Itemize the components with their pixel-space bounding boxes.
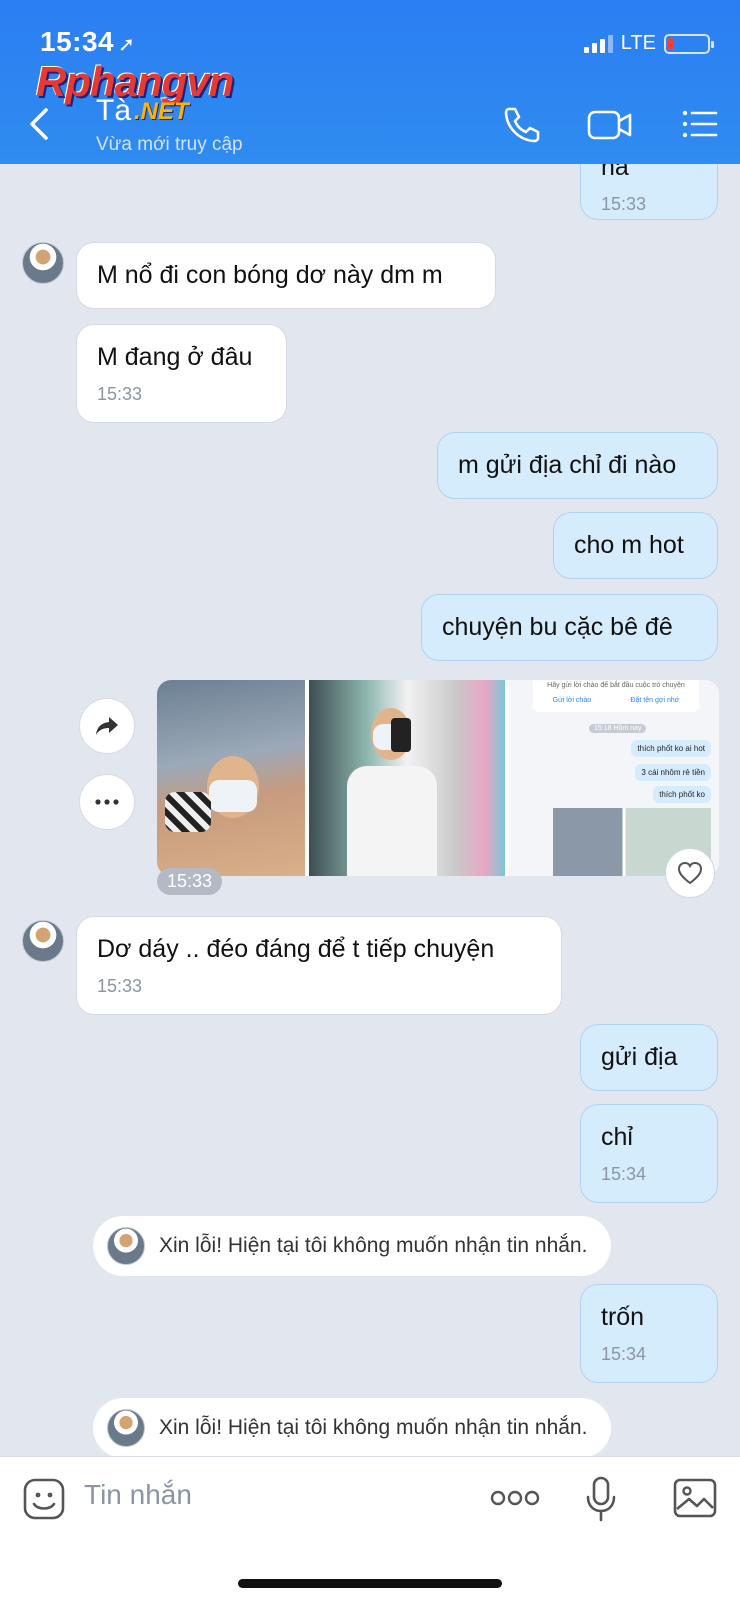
back-icon[interactable]: [24, 106, 54, 142]
outgoing-message[interactable]: cho m hot: [553, 512, 718, 579]
outgoing-message[interactable]: chuyện bu cặc bê đê: [421, 594, 718, 661]
album-photo-screenshot[interactable]: Hãy gửi lời chào để bắt đầu cuộc trò chu…: [509, 680, 719, 876]
network-label: LTE: [620, 32, 656, 54]
contact-status: Vừa mới truy cập: [96, 134, 243, 155]
message-text: trốn: [601, 1303, 645, 1331]
message-input[interactable]: Tin nhắn: [84, 1479, 192, 1511]
sticker-icon[interactable]: [22, 1477, 66, 1521]
signal-icon: [583, 34, 613, 53]
battery-icon: [664, 33, 714, 54]
more-icon[interactable]: [490, 1489, 540, 1507]
message-time: 15:33: [97, 975, 143, 996]
image-icon[interactable]: [672, 1477, 718, 1519]
screenshot-message: thích phốt ko: [653, 786, 711, 803]
message-text: M nổ đi con bóng dơ này dm m: [97, 261, 443, 289]
outgoing-message[interactable]: ha 15:33: [580, 164, 718, 220]
status-time-text: 15:34: [40, 26, 115, 57]
screenshot-message: thích phốt ko ai hot: [631, 740, 711, 757]
message-list[interactable]: ha 15:33 M nổ đi con bóng dơ này dm m M …: [0, 164, 740, 1456]
album-photo[interactable]: [309, 680, 505, 876]
heart-icon: [677, 861, 703, 885]
menu-list-icon[interactable]: [680, 104, 720, 144]
screenshot-message: 3 cái nhôm rẻ tiền: [635, 764, 711, 781]
message-time: 15:34: [601, 1163, 647, 1184]
outgoing-message[interactable]: gửi địa: [580, 1024, 718, 1091]
incoming-message[interactable]: M đang ở đâu 15:33: [76, 324, 287, 424]
incoming-message[interactable]: Dơ dáy .. đéo đáng để t tiếp chuyện 15:3…: [76, 916, 562, 1016]
microphone-icon[interactable]: [584, 1475, 618, 1523]
location-arrow-icon: ➚: [118, 34, 136, 56]
video-call-icon[interactable]: [586, 104, 634, 144]
message-text: chỉ: [601, 1123, 633, 1151]
message-text: cho m hot: [574, 531, 684, 559]
outgoing-message[interactable]: trốn 15:34: [580, 1284, 718, 1384]
message-text: gửi địa: [601, 1043, 678, 1071]
message-text: Dơ dáy .. đéo đáng để t tiếp chuyện: [97, 935, 495, 963]
photo-album[interactable]: Hãy gửi lời chào để bắt đầu cuộc trò chu…: [157, 680, 719, 876]
contact-avatar-small: [107, 1227, 145, 1265]
message-text: M đang ở đâu: [97, 343, 253, 371]
album-time: 15:33: [157, 868, 223, 895]
message-time: 15:33: [601, 193, 647, 214]
system-notice-text: Xin lỗi! Hiện tại tôi không muốn nhận ti…: [159, 1416, 588, 1439]
system-notice: Xin lỗi! Hiện tại tôi không muốn nhận ti…: [93, 1216, 612, 1276]
message-text: m gửi địa chỉ đi nào: [458, 451, 677, 479]
system-notice: Xin lỗi! Hiện tại tôi không muốn nhận ti…: [93, 1398, 612, 1456]
home-indicator: [238, 1579, 502, 1588]
screenshot-greeting: Hãy gửi lời chào để bắt đầu cuộc trò chu…: [547, 682, 685, 689]
phone-icon[interactable]: [500, 104, 544, 144]
chat-header: 15:34 ➚ LTE Rphangvn .NET Tà Vừa mới truy…: [0, 0, 740, 164]
screenshot-day-label: 15:18 Hôm nay: [589, 724, 647, 733]
message-composer: Tin nhắn: [0, 1456, 740, 1600]
more-dots-icon: [95, 799, 119, 805]
album-photo[interactable]: [157, 680, 305, 876]
like-button[interactable]: [665, 848, 715, 898]
watermark-suffix: .NET: [134, 98, 189, 125]
status-time: 15:34 ➚: [40, 26, 135, 58]
incoming-message[interactable]: M nổ đi con bóng dơ này dm m: [76, 242, 496, 309]
message-time: 15:33: [97, 383, 143, 404]
outgoing-message[interactable]: m gửi địa chỉ đi nào: [437, 432, 718, 499]
forward-button[interactable]: [79, 698, 135, 754]
outgoing-message[interactable]: chỉ 15:34: [580, 1104, 718, 1204]
system-notice-text: Xin lỗi! Hiện tại tôi không muốn nhận ti…: [159, 1234, 588, 1257]
contact-avatar[interactable]: [22, 242, 64, 284]
contact-avatar-small: [107, 1409, 145, 1447]
message-text: chuyện bu cặc bê đê: [442, 613, 673, 641]
message-text: ha: [601, 164, 629, 181]
screenshot-nickname-button: Đặt tên gợi nhớ: [630, 697, 680, 704]
more-options-button[interactable]: [79, 774, 135, 830]
status-indicators: LTE: [583, 32, 714, 55]
contact-avatar[interactable]: [22, 920, 64, 962]
forward-icon: [96, 717, 118, 735]
screenshot-greet-button: Gửi lời chào: [552, 697, 592, 704]
message-time: 15:34: [601, 1343, 647, 1364]
contact-name[interactable]: Tà: [96, 94, 131, 128]
